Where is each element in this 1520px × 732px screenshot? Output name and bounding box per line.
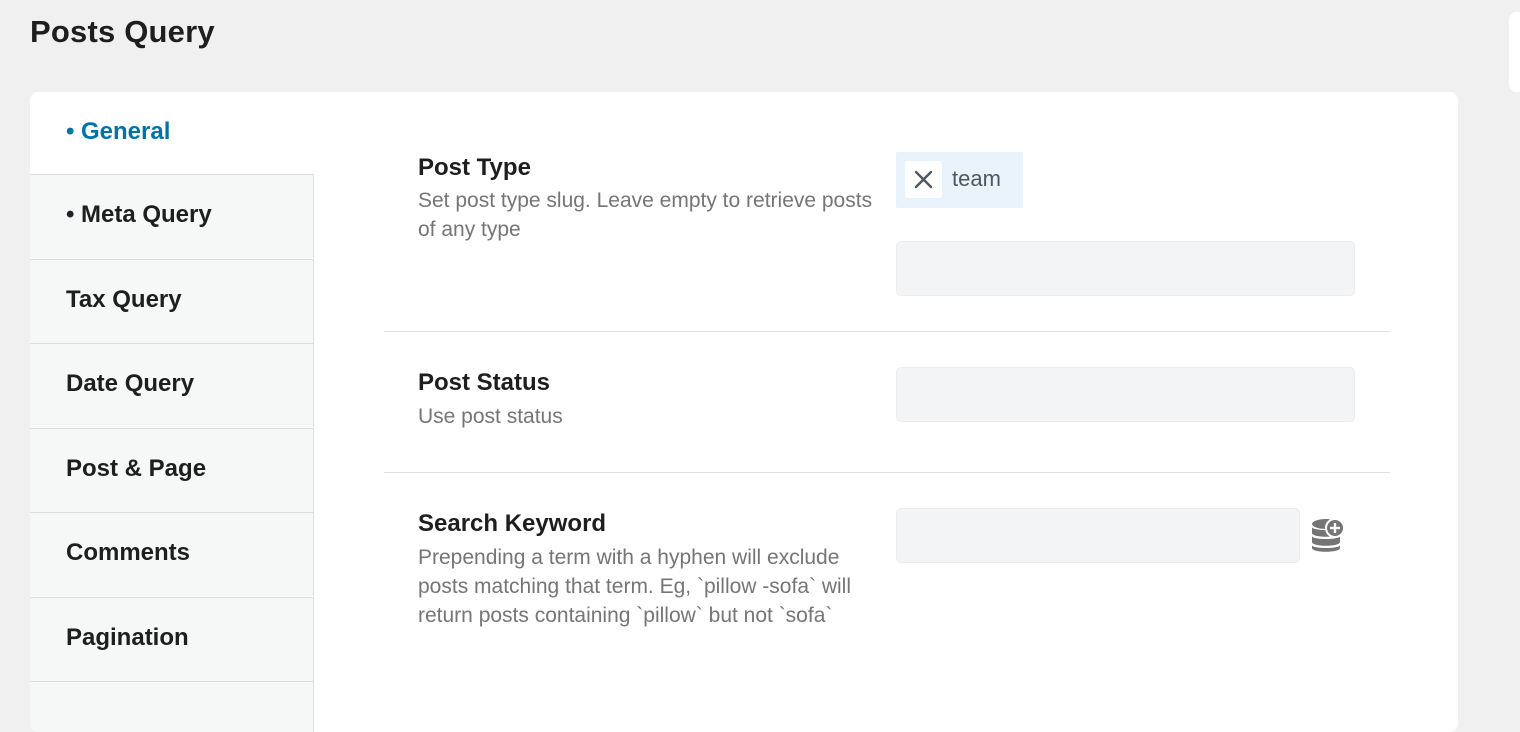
tab-pagination[interactable]: Pagination xyxy=(30,597,314,681)
tab-label: Date Query xyxy=(66,370,195,397)
page-title: Posts Query xyxy=(30,14,215,49)
query-settings-panel: • General • Meta Query Tax Query Date Qu… xyxy=(30,92,1458,732)
post-type-description: Set post type slug. Leave empty to retri… xyxy=(418,189,873,241)
tab-label: Comments xyxy=(66,539,191,566)
tab-meta-query[interactable]: • Meta Query xyxy=(30,174,314,258)
tab-label: Meta Query xyxy=(81,201,212,228)
tab-general[interactable]: • General xyxy=(30,92,314,176)
post-type-label: Post Type xyxy=(418,154,531,181)
tab-date-query[interactable]: Date Query xyxy=(30,343,314,427)
tab-indicator-dot: • xyxy=(66,118,75,145)
search-keyword-input[interactable] xyxy=(896,508,1300,563)
search-keyword-description: Prepending a term with a hyphen will exc… xyxy=(418,546,851,627)
close-icon[interactable] xyxy=(905,161,942,198)
search-keyword-label: Search Keyword xyxy=(418,510,607,537)
tab-label: Post & Page xyxy=(66,455,207,482)
query-tabs: • General • Meta Query Tax Query Date Qu… xyxy=(30,92,315,732)
row-divider xyxy=(384,331,1390,332)
side-card-edge xyxy=(1509,12,1520,92)
tab-label: Pagination xyxy=(66,624,189,651)
database-add-icon[interactable] xyxy=(1311,517,1345,553)
tab-label: General xyxy=(81,118,171,145)
post-type-chip: team xyxy=(896,152,1023,208)
row-divider xyxy=(384,472,1390,473)
tab-tax-query[interactable]: Tax Query xyxy=(30,259,314,343)
tab-comments[interactable]: Comments xyxy=(30,512,314,596)
tab-more[interactable] xyxy=(30,681,314,732)
post-status-description: Use post status xyxy=(418,405,563,428)
tab-post-page[interactable]: Post & Page xyxy=(30,428,314,512)
post-type-input[interactable] xyxy=(896,241,1355,296)
chip-label: team xyxy=(952,166,1001,191)
post-status-input[interactable] xyxy=(896,367,1355,422)
post-status-label: Post Status xyxy=(418,369,551,396)
tab-indicator-dot: • xyxy=(66,201,75,228)
tab-label: Tax Query xyxy=(66,286,182,313)
